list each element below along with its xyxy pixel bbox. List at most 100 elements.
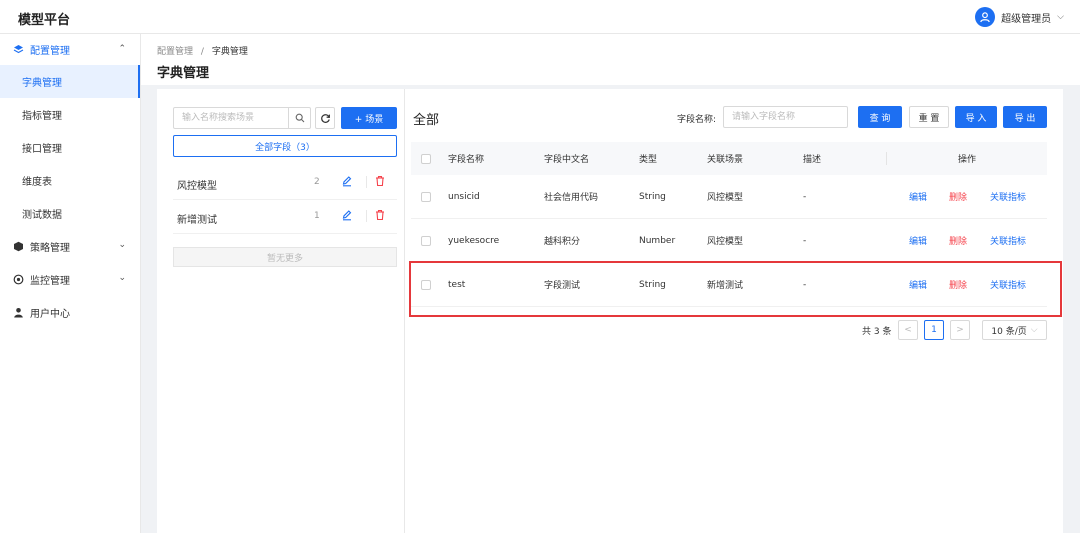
- sidebar-group-strategy[interactable]: 策略管理 ⌄: [0, 230, 140, 263]
- page-header: 配置管理 / 字典管理 字典管理: [141, 34, 1080, 85]
- user-icon: [12, 307, 24, 319]
- scene-name: 新增测试: [177, 215, 217, 226]
- breadcrumb: 配置管理 / 字典管理: [157, 44, 248, 57]
- field-type: String: [639, 191, 666, 202]
- chevron-up-icon: ⌃: [118, 44, 126, 54]
- field-cn-name: 越科积分: [544, 237, 581, 247]
- sidebar-item-metrics[interactable]: 指标管理: [0, 98, 140, 131]
- sidebar-item-interfaces[interactable]: 接口管理: [0, 131, 140, 164]
- column-header: 描述: [803, 155, 822, 165]
- column-header: 字段名称: [448, 155, 485, 165]
- user-menu[interactable]: 超级管理员 ⌵: [975, 7, 1064, 27]
- export-button[interactable]: 导 出: [1003, 106, 1047, 128]
- page-size-value: 10 条/页: [991, 326, 1027, 337]
- scene-search-input[interactable]: [174, 108, 288, 128]
- divider: [366, 210, 367, 222]
- row-checkbox[interactable]: [421, 219, 431, 262]
- link-metric-link[interactable]: 关联指标: [990, 263, 1026, 306]
- page-title: 字典管理: [157, 66, 210, 81]
- page-size-select[interactable]: 10 条/页 ⌵: [982, 320, 1047, 340]
- scene-item[interactable]: 新增测试 1: [173, 200, 397, 234]
- column-header: 类型: [639, 155, 658, 165]
- field-scene: 风控模型: [707, 237, 744, 247]
- table-row: test 字段测试 String 新增测试 - 编辑 删除 关联指标: [411, 263, 1047, 307]
- edit-link[interactable]: 编辑: [909, 263, 927, 306]
- sidebar-item-dimension-table[interactable]: 维度表: [0, 164, 140, 197]
- field-cn-name: 社会信用代码: [544, 193, 599, 203]
- sidebar-group-label: 用户中心: [30, 309, 70, 320]
- field-scene: 风控模型: [707, 193, 744, 203]
- sidebar-item-label: 字典管理: [22, 78, 62, 89]
- app-title: 模型平台: [18, 13, 71, 28]
- reset-button[interactable]: 重 置: [909, 106, 949, 128]
- sidebar-group-config[interactable]: 配置管理 ⌃: [0, 34, 140, 65]
- page-number-button[interactable]: 1: [924, 320, 944, 340]
- cube-icon: [12, 241, 24, 253]
- sidebar: 配置管理 ⌃ 字典管理 指标管理 接口管理 维度表 测试数据 策略管理 ⌄ 监控…: [0, 34, 141, 533]
- scene-count: 2: [314, 177, 320, 187]
- sidebar-group-monitor[interactable]: 监控管理 ⌄: [0, 263, 140, 296]
- field-desc: -: [803, 279, 807, 290]
- refresh-button[interactable]: [315, 107, 335, 129]
- edit-link[interactable]: 编辑: [909, 175, 927, 218]
- link-metric-link[interactable]: 关联指标: [990, 219, 1026, 262]
- table-header: 字段名称 字段中文名 类型 关联场景 描述 操作: [411, 142, 1047, 175]
- row-checkbox[interactable]: [421, 263, 431, 306]
- list-title: 全部: [413, 113, 440, 128]
- user-name[interactable]: 超级管理员: [1001, 10, 1051, 25]
- breadcrumb-separator: /: [200, 47, 204, 57]
- import-button[interactable]: 导 入: [955, 106, 997, 128]
- delete-link[interactable]: 删除: [949, 263, 967, 306]
- all-fields-button[interactable]: 全部字段（3）: [173, 135, 397, 157]
- sidebar-item-test-data[interactable]: 测试数据: [0, 197, 140, 230]
- search-icon[interactable]: [288, 108, 310, 128]
- breadcrumb-parent[interactable]: 配置管理: [157, 47, 193, 57]
- delete-link[interactable]: 删除: [949, 219, 967, 262]
- scene-name: 风控模型: [177, 181, 217, 192]
- breadcrumb-current: 字典管理: [211, 47, 248, 57]
- query-button[interactable]: 查 询: [858, 106, 902, 128]
- row-checkbox[interactable]: [421, 175, 431, 218]
- divider: [886, 152, 887, 165]
- edit-icon[interactable]: [341, 209, 355, 223]
- column-header: 操作: [958, 155, 977, 165]
- table-row: yuekesocre 越科积分 Number 风控模型 - 编辑 删除 关联指标: [411, 219, 1047, 263]
- trash-icon[interactable]: [374, 209, 388, 223]
- main-content: + 场景 全部字段（3） 风控模型 2 新增测试 1 暂无更多: [157, 89, 1063, 533]
- sidebar-group-user-center[interactable]: 用户中心: [0, 296, 140, 329]
- sidebar-group-label: 监控管理: [30, 276, 70, 287]
- divider: [366, 176, 367, 188]
- field-name-input[interactable]: [723, 106, 848, 128]
- filter-label: 字段名称:: [677, 115, 717, 125]
- scene-search: [173, 107, 311, 129]
- top-header: 模型平台 超级管理员 ⌵: [0, 0, 1080, 34]
- user-avatar-icon[interactable]: [975, 7, 996, 27]
- chevron-down-icon: ⌵: [1030, 325, 1038, 335]
- field-cn-name: 字段测试: [544, 281, 581, 291]
- sidebar-group-label: 配置管理: [30, 46, 70, 57]
- chevron-down-icon: ⌄: [118, 273, 126, 283]
- field-name: yuekesocre: [448, 235, 500, 246]
- edit-icon[interactable]: [341, 175, 355, 189]
- next-page-button[interactable]: >: [950, 320, 970, 340]
- edit-link[interactable]: 编辑: [909, 219, 927, 262]
- add-scene-button[interactable]: + 场景: [341, 107, 397, 129]
- monitor-icon: [12, 274, 24, 286]
- trash-icon[interactable]: [374, 175, 388, 189]
- link-metric-link[interactable]: 关联指标: [990, 175, 1026, 218]
- field-name: test: [448, 279, 466, 290]
- field-table: 字段名称 字段中文名 类型 关联场景 描述 操作 unsicid 社会信用代码 …: [411, 142, 1047, 307]
- no-more-button: 暂无更多: [173, 247, 397, 267]
- sidebar-group-label: 策略管理: [30, 243, 70, 254]
- pagination-total: 共 3 条: [862, 326, 892, 337]
- field-type: String: [639, 279, 666, 290]
- sidebar-item-dictionary[interactable]: 字典管理: [0, 65, 140, 98]
- field-name: unsicid: [448, 191, 480, 202]
- prev-page-button[interactable]: <: [898, 320, 918, 340]
- chevron-down-icon[interactable]: ⌵: [1057, 12, 1064, 22]
- field-desc: -: [803, 191, 807, 202]
- scene-panel: + 场景 全部字段（3） 风控模型 2 新增测试 1 暂无更多: [157, 89, 405, 533]
- select-all-checkbox[interactable]: [421, 142, 431, 175]
- delete-link[interactable]: 删除: [949, 175, 967, 218]
- scene-item[interactable]: 风控模型 2: [173, 166, 397, 200]
